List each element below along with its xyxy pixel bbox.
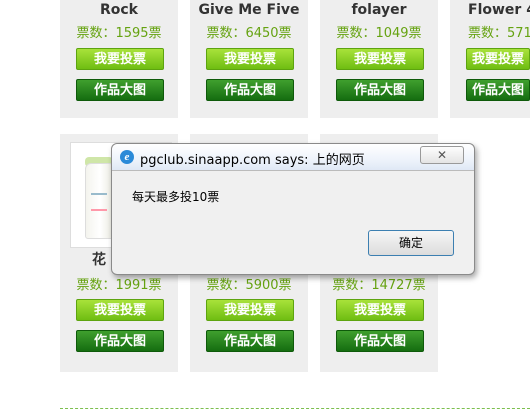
vote-button[interactable]: 我要投票 <box>336 48 424 70</box>
vote-count: 票数：1049票 <box>336 26 422 41</box>
close-button[interactable]: ✕ <box>420 146 464 164</box>
view-image-button[interactable]: 作品大图 <box>206 330 294 352</box>
vote-button[interactable]: 我要投票 <box>76 48 164 70</box>
vote-button[interactable]: 我要投票 <box>466 48 530 70</box>
dialog-title: pgclub.sinaapp.com says: 上的网页 <box>140 153 365 168</box>
entry-title: 花 <box>92 252 106 268</box>
alert-dialog: e pgclub.sinaapp.com says: 上的网页 ✕ 每天最多投1… <box>111 143 475 275</box>
vote-button[interactable]: 我要投票 <box>206 299 294 321</box>
view-image-button[interactable]: 作品大图 <box>206 79 294 101</box>
vote-button[interactable]: 我要投票 <box>336 299 424 321</box>
view-image-button[interactable]: 作品大图 <box>76 330 164 352</box>
entry-card-3: folayer 票数：1049票 我要投票 作品大图 <box>320 0 438 118</box>
vote-count: 票数：5900票 <box>206 278 292 293</box>
vote-count: 票数：571 <box>468 26 530 41</box>
ie-browser-icon: e <box>120 150 134 164</box>
vote-count: 票数：1991票 <box>76 278 162 293</box>
ok-button[interactable]: 确定 <box>368 230 454 256</box>
dialog-message: 每天最多投10票 <box>132 190 220 204</box>
view-image-button[interactable]: 作品大图 <box>336 79 424 101</box>
view-image-button[interactable]: 作品大图 <box>76 79 164 101</box>
entry-title: Rock <box>99 2 138 18</box>
dialog-body: 每天最多投10票 确定 <box>118 172 468 268</box>
entry-card-2: Give Me Five 票数：6450票 我要投票 作品大图 <box>190 0 308 118</box>
entry-title: folayer <box>351 2 407 18</box>
entry-card-1: Rock 票数：1595票 我要投票 作品大图 <box>60 0 178 118</box>
dialog-titlebar[interactable]: e pgclub.sinaapp.com says: 上的网页 ✕ <box>112 144 474 171</box>
vote-button[interactable]: 我要投票 <box>206 48 294 70</box>
vote-count: 票数：6450票 <box>206 26 292 41</box>
entry-card-4: Flower 4e 票数：571 我要投票 作品大图 <box>450 0 530 118</box>
entry-title: Flower 4e <box>468 2 530 18</box>
bottle-label <box>91 193 107 211</box>
entry-title: Give Me Five <box>198 2 300 18</box>
vote-count: 票数：14727票 <box>332 278 426 293</box>
view-image-button[interactable]: 作品大图 <box>336 330 424 352</box>
view-image-button[interactable]: 作品大图 <box>466 79 530 101</box>
vote-count: 票数：1595票 <box>76 26 162 41</box>
vote-button[interactable]: 我要投票 <box>76 299 164 321</box>
